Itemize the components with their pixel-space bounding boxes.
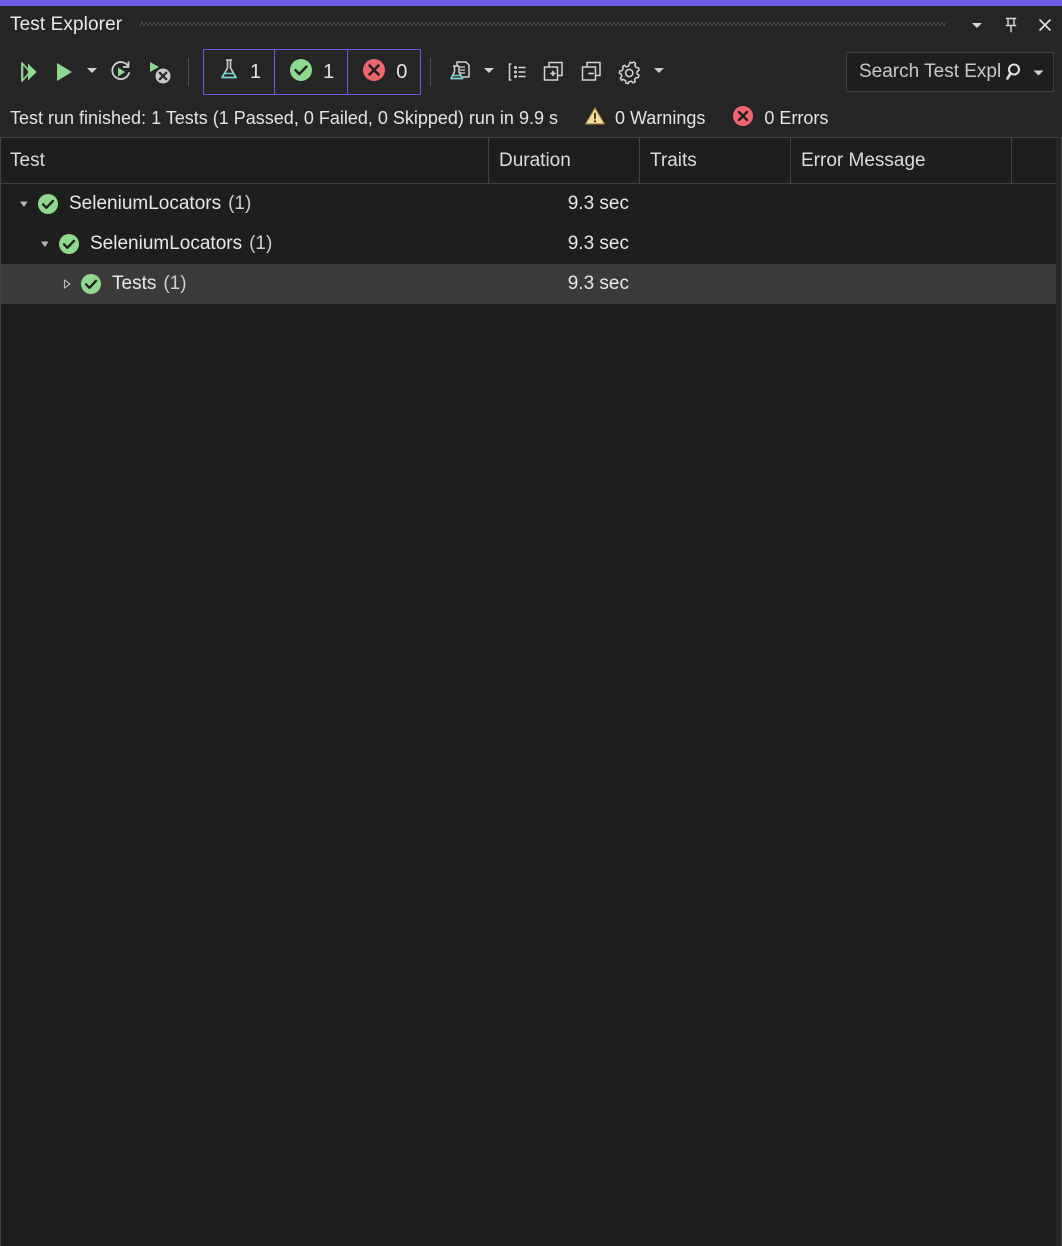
- column-header-traits[interactable]: Traits: [640, 138, 791, 183]
- expand-collapse-twisty[interactable]: [13, 198, 35, 210]
- test-node-label: Tests: [112, 273, 157, 294]
- status-bar: Test run finished: 1 Tests (1 Passed, 0 …: [0, 100, 1062, 138]
- search-input[interactable]: [857, 60, 1003, 84]
- total-tests-count: 1: [250, 61, 262, 83]
- expand-collapse-twisty[interactable]: [56, 278, 78, 290]
- test-run-status-message: Test run finished: 1 Tests (1 Passed, 0 …: [10, 108, 558, 128]
- pin-icon: [1002, 16, 1020, 34]
- grid-body: SeleniumLocators (1) 9.3 sec SeleniumLoc…: [1, 184, 1061, 1246]
- test-explorer-window: Test Explorer 1 1 0 Search Test Explorer…: [0, 0, 1062, 1246]
- test-cell: Tests (1): [1, 272, 489, 296]
- failed-tests-count: 0: [396, 61, 408, 83]
- summary-dropdown-button[interactable]: [479, 52, 499, 92]
- column-header-test-label: Test: [10, 149, 45, 171]
- column-header-error-message[interactable]: Error Message: [791, 138, 1012, 183]
- test-cell: SeleniumLocators (1): [1, 192, 489, 216]
- group-list-icon: [503, 58, 531, 86]
- passed-tests-count: 1: [323, 61, 335, 83]
- column-header-test[interactable]: Test: [1, 138, 489, 183]
- total-tests-counter[interactable]: 1: [203, 49, 276, 95]
- column-header-error-message-label: Error Message: [801, 149, 926, 171]
- chevron-down-icon: [85, 63, 99, 82]
- test-document-icon: [445, 57, 475, 87]
- duration-cell: 9.3 sec: [567, 193, 629, 214]
- gear-icon: [615, 57, 645, 87]
- close-icon: [1036, 16, 1054, 34]
- chevron-expanded-icon: [41, 241, 49, 247]
- search-options-chevron-down-icon[interactable]: [1029, 66, 1047, 79]
- duration-cell: 9.3 sec: [567, 233, 629, 254]
- cancel-run-button[interactable]: [140, 52, 178, 92]
- check-circle-icon: [78, 272, 104, 296]
- window-menu-dropdown-button[interactable]: [960, 10, 994, 40]
- drag-handle-dots[interactable]: [140, 18, 946, 32]
- test-grid: Test Duration Traits Error Message Selen…: [0, 138, 1062, 1246]
- test-node-label: SeleniumLocators: [69, 193, 222, 214]
- test-detail-summary-button[interactable]: [441, 52, 479, 92]
- column-header-duration[interactable]: Duration: [489, 138, 640, 183]
- run-button[interactable]: [46, 52, 82, 92]
- check-circle-icon: [288, 57, 314, 88]
- warning-icon: [584, 105, 606, 132]
- chevron-down-icon: [482, 63, 496, 82]
- run-all-icon: [14, 58, 42, 86]
- window-title: Test Explorer: [10, 14, 123, 35]
- column-header-filler: [1012, 138, 1061, 183]
- settings-dropdown-button[interactable]: [649, 52, 669, 92]
- chevron-expanded-icon: [20, 201, 28, 207]
- column-header-traits-label: Traits: [650, 149, 697, 171]
- test-node-label: SeleniumLocators: [90, 233, 243, 254]
- toolbar-separator: [188, 58, 189, 86]
- grid-header: Test Duration Traits Error Message: [1, 138, 1061, 184]
- pin-window-button[interactable]: [994, 10, 1028, 40]
- expand-collapse-twisty[interactable]: [34, 238, 56, 250]
- error-circle-icon: [731, 104, 755, 133]
- expand-all-icon: [539, 57, 569, 87]
- search-box[interactable]: [846, 52, 1054, 92]
- chevron-down-icon: [969, 17, 985, 33]
- failed-tests-counter[interactable]: 0: [347, 49, 422, 95]
- duration-cell: 9.3 sec: [567, 273, 629, 294]
- errors-label: 0 Errors: [764, 108, 829, 128]
- run-all-tests-button[interactable]: [10, 52, 46, 92]
- warnings-label: 0 Warnings: [614, 108, 706, 128]
- repeat-last-run-button[interactable]: [102, 52, 140, 92]
- expand-all-button[interactable]: [535, 52, 573, 92]
- test-node-count: (1): [249, 233, 273, 254]
- stop-run-icon: [144, 57, 174, 87]
- passed-tests-counter[interactable]: 1: [274, 49, 349, 95]
- group-by-button[interactable]: [499, 52, 535, 92]
- run-dropdown-button[interactable]: [82, 52, 102, 92]
- check-circle-icon: [35, 192, 61, 216]
- table-row[interactable]: SeleniumLocators (1) 9.3 sec: [1, 184, 1061, 224]
- flask-icon: [217, 57, 241, 88]
- search-icon[interactable]: [1003, 60, 1029, 84]
- test-node-count: (1): [163, 273, 187, 294]
- table-row[interactable]: SeleniumLocators (1) 9.3 sec: [1, 224, 1061, 264]
- column-header-duration-label: Duration: [499, 149, 571, 171]
- settings-button[interactable]: [611, 52, 649, 92]
- collapse-all-icon: [577, 57, 607, 87]
- chevron-down-icon: [652, 63, 666, 82]
- check-circle-icon: [56, 232, 82, 256]
- toolbar-separator: [430, 58, 432, 86]
- test-node-count: (1): [228, 193, 252, 214]
- test-counters: 1 1 0: [203, 49, 422, 95]
- collapse-all-button[interactable]: [573, 52, 611, 92]
- repeat-run-icon: [106, 57, 136, 87]
- errors-status[interactable]: 0 Errors: [731, 104, 828, 133]
- close-window-button[interactable]: [1028, 10, 1062, 40]
- title-bar: Test Explorer: [0, 6, 1062, 44]
- warnings-status[interactable]: 0 Warnings: [584, 105, 705, 132]
- run-icon: [50, 58, 78, 86]
- chevron-collapsed-icon: [63, 279, 71, 289]
- vertical-scrollbar[interactable]: [1056, 138, 1061, 1246]
- toolbar: 1 1 0: [0, 44, 1062, 100]
- test-cell: SeleniumLocators (1): [1, 232, 489, 256]
- table-row[interactable]: Tests (1) 9.3 sec: [1, 264, 1061, 304]
- error-circle-icon: [361, 57, 387, 88]
